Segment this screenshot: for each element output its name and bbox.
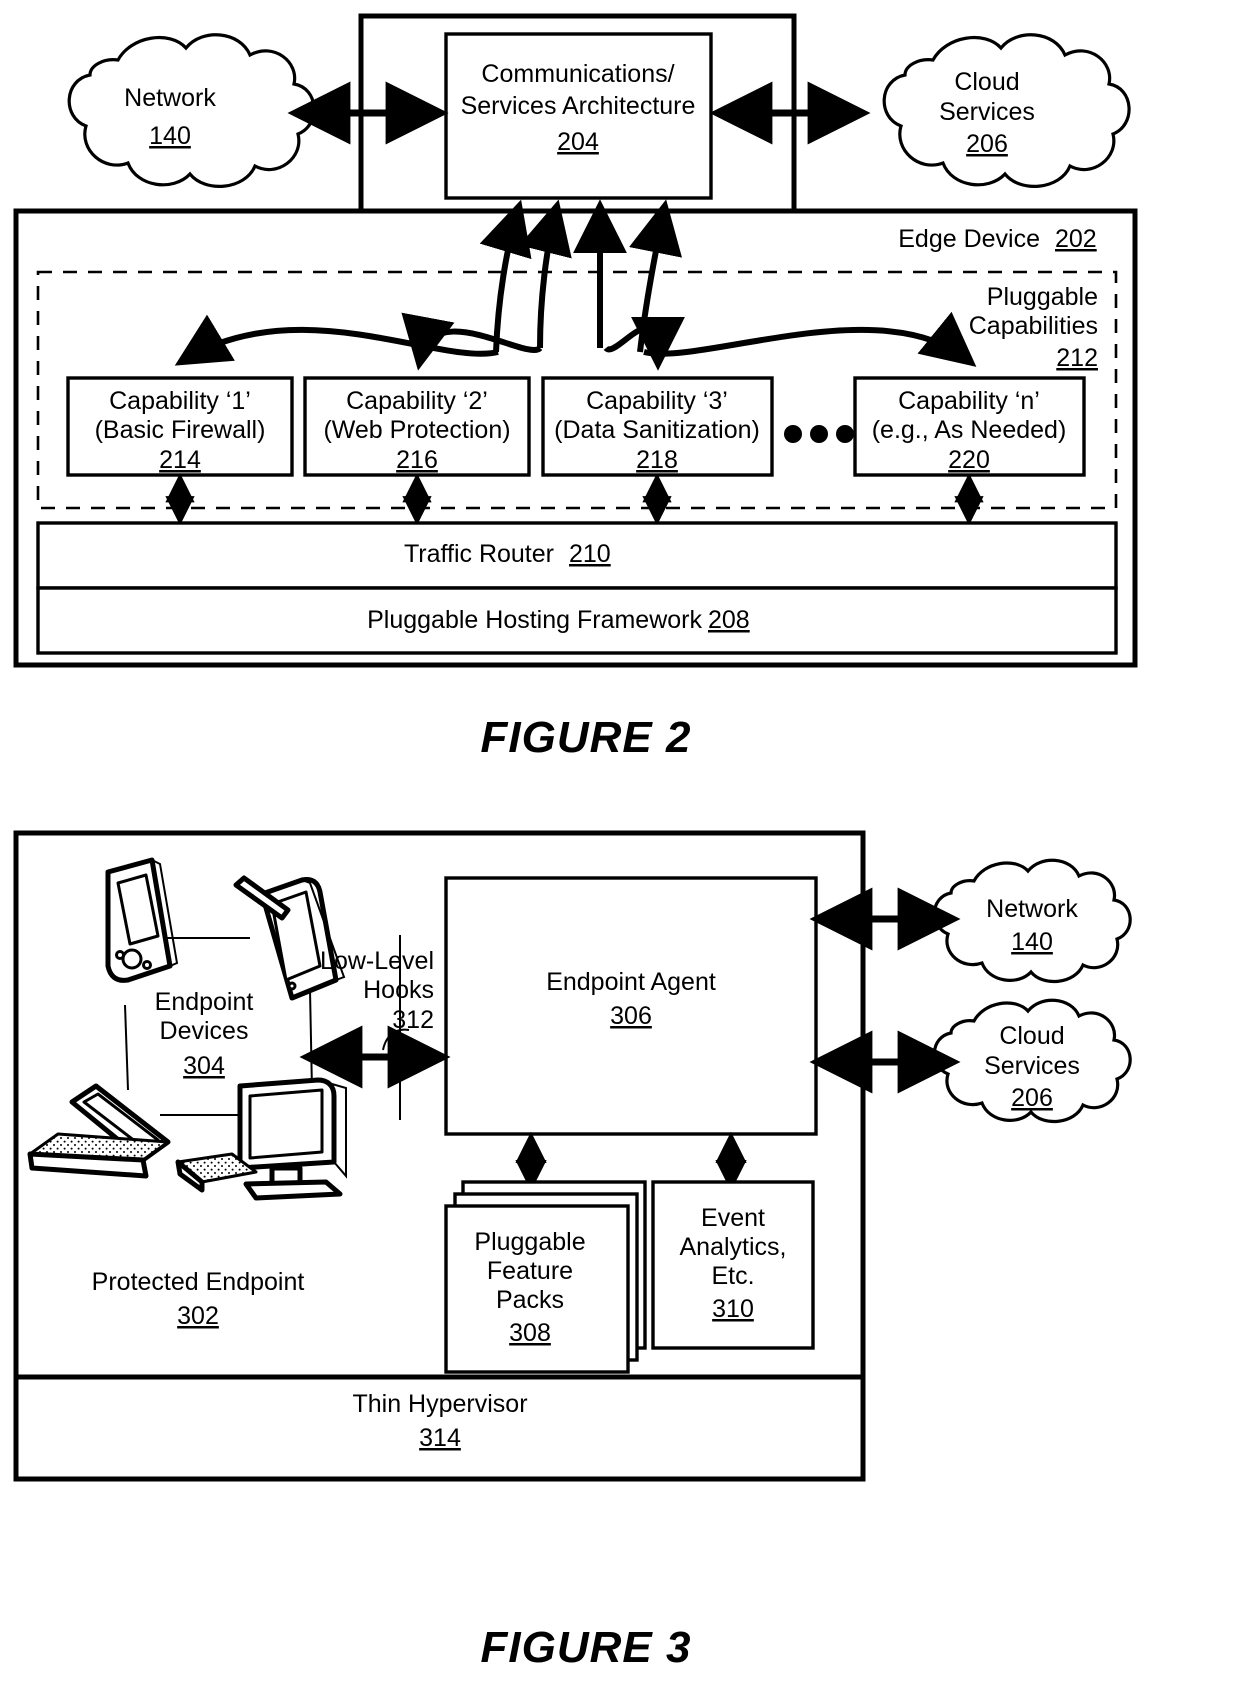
thin-hypervisor-label: Thin Hypervisor <box>352 1390 527 1418</box>
traffic-router-box: Traffic Router 210 <box>36 521 1118 590</box>
communications-services-architecture-box: Communications/ Services Architecture 20… <box>444 32 713 200</box>
figure-2-canvas: Network 140 Cloud Services 206 Communica… <box>13 13 1138 762</box>
capability-3-subtitle: (Data Sanitization) <box>554 416 760 444</box>
hosting-framework-ref: 208 <box>708 606 750 634</box>
network-cloud-fig2: Network 140 <box>67 33 316 188</box>
patent-drawing-sheet: Network 140 Cloud Services 206 Communica… <box>0 0 1240 1687</box>
capability-2-ref: 216 <box>396 446 438 474</box>
event-analytics-box: Event Analytics, Etc. 310 <box>651 1180 815 1350</box>
network-cloud-label: Network <box>124 84 216 112</box>
pluggable-feature-packs-stack: Pluggable Feature Packs 308 <box>444 1180 647 1374</box>
feature-packs-line3: Packs <box>496 1286 564 1314</box>
capability-box-n: Capability ‘n’ (e.g., As Needed) 220 <box>853 376 1086 477</box>
pluggable-capabilities-ref: 212 <box>1056 344 1098 372</box>
endpoint-agent-box: Endpoint Agent 306 <box>444 876 818 1136</box>
feature-packs-line1: Pluggable <box>474 1228 585 1256</box>
edge-device-label-group: Edge Device 202 <box>898 225 1096 253</box>
cloud-services-cloud-fig3: Cloud Services 206 <box>932 998 1132 1124</box>
event-analytics-line1: Event <box>701 1204 765 1232</box>
comm-services-line2: Services Architecture <box>461 92 696 120</box>
capability-2-title: Capability ‘2’ <box>346 387 488 415</box>
network-cloud-ref: 140 <box>149 122 191 150</box>
capability-3-ref: 218 <box>636 446 678 474</box>
capability-3-title: Capability ‘3’ <box>586 387 728 415</box>
cloud-services-fig3-line2: Services <box>984 1052 1080 1080</box>
low-level-hooks-line1: Low-Level <box>320 947 434 975</box>
event-analytics-line3: Etc. <box>711 1262 754 1290</box>
figure-3-caption: FIGURE 3 <box>481 1623 692 1672</box>
event-analytics-line2: Analytics, <box>680 1233 787 1261</box>
pluggable-capabilities-line1: Pluggable <box>987 283 1098 311</box>
pluggable-capabilities-line2: Capabilities <box>969 312 1098 340</box>
comm-services-ref: 204 <box>557 128 599 156</box>
hosting-framework-box: Pluggable Hosting Framework 208 <box>36 586 1118 655</box>
capability-1-title: Capability ‘1’ <box>109 387 251 415</box>
network-cloud-fig3-label: Network <box>986 895 1078 923</box>
capability-2-subtitle: (Web Protection) <box>323 416 510 444</box>
endpoint-devices-line2: Devices <box>160 1017 249 1045</box>
capability-1-ref: 214 <box>159 446 201 474</box>
protected-endpoint-label: Protected Endpoint <box>92 1268 305 1296</box>
feature-packs-ref: 308 <box>509 1319 551 1347</box>
capability-box-1: Capability ‘1’ (Basic Firewall) 214 <box>66 376 294 477</box>
capability-n-subtitle: (e.g., As Needed) <box>872 416 1067 444</box>
capability-n-ref: 220 <box>948 446 990 474</box>
protected-endpoint-ref: 302 <box>177 1302 219 1330</box>
cloud-services-line1: Cloud <box>954 68 1019 96</box>
network-cloud-fig3-ref: 140 <box>1011 928 1053 956</box>
thin-hypervisor-box: Thin Hypervisor 314 <box>13 1374 866 1482</box>
cloud-services-fig3-ref: 206 <box>1011 1084 1053 1112</box>
event-analytics-ref: 310 <box>712 1295 754 1323</box>
low-level-hooks-line2: Hooks <box>363 976 434 1004</box>
network-cloud-fig3: Network 140 <box>932 858 1132 984</box>
capability-box-3: Capability ‘3’ (Data Sanitization) 218 <box>541 376 774 477</box>
capability-n-title: Capability ‘n’ <box>898 387 1040 415</box>
endpoint-devices-line1: Endpoint <box>155 988 254 1016</box>
endpoint-agent-ref: 306 <box>610 1002 652 1030</box>
capability-ellipsis <box>784 425 854 443</box>
capability-box-2: Capability ‘2’ (Web Protection) 216 <box>303 376 531 477</box>
cloud-services-line2: Services <box>939 98 1035 126</box>
thin-hypervisor-ref: 314 <box>419 1424 461 1452</box>
capability-1-subtitle: (Basic Firewall) <box>95 416 266 444</box>
traffic-router-ref: 210 <box>569 540 611 568</box>
edge-device-ref: 202 <box>1055 225 1097 253</box>
feature-packs-line2: Feature <box>487 1257 573 1285</box>
figure-2-caption: FIGURE 2 <box>481 713 692 762</box>
endpoint-devices-ref: 304 <box>183 1052 225 1080</box>
hosting-framework-label: Pluggable Hosting Framework <box>367 606 702 634</box>
cloud-services-cloud-fig2: Cloud Services 206 <box>882 33 1131 188</box>
cloud-services-fig3-line1: Cloud <box>999 1022 1064 1050</box>
traffic-router-label: Traffic Router <box>404 540 554 568</box>
comm-services-line1: Communications/ <box>481 60 674 88</box>
endpoint-agent-label: Endpoint Agent <box>546 968 716 996</box>
figure-3-canvas: Thin Hypervisor 314 Endpoint Agent 306 N… <box>13 830 1132 1672</box>
cloud-services-ref: 206 <box>966 130 1008 158</box>
edge-device-label: Edge Device <box>898 225 1040 253</box>
